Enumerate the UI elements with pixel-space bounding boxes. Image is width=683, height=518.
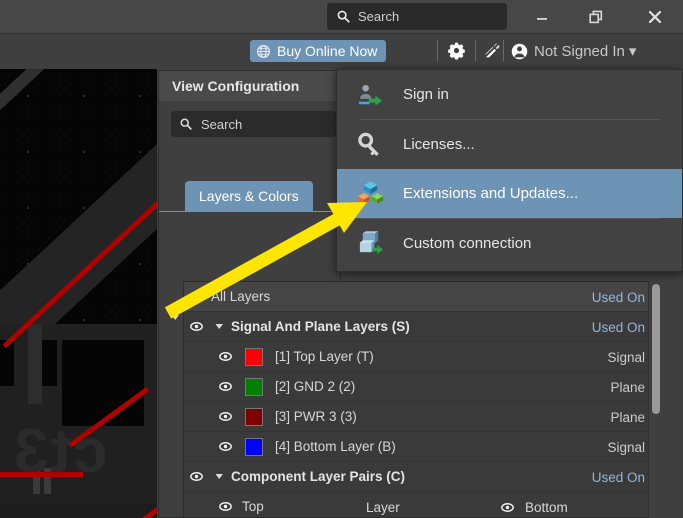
tree-row-component-layer-pair-top-bottom[interactable]: Top Layer Bottom: [184, 492, 659, 517]
menu-item-custom-connection[interactable]: Custom connection: [337, 219, 682, 268]
pair-middle-label: Layer: [366, 499, 400, 515]
pair-top-label: Top: [242, 499, 264, 514]
person-icon: [511, 43, 528, 59]
pcb-canvas[interactable]: ct3: [0, 68, 157, 518]
board-bottom-strip: [0, 504, 157, 518]
search-icon: [337, 10, 350, 23]
menu-item-label: Licenses...: [403, 136, 475, 153]
toolbar-separator-3: [503, 40, 504, 61]
buy-online-now-label: Buy Online Now: [277, 43, 378, 59]
panel-title: View Configuration: [159, 71, 340, 101]
trace-red-horizontal-1: [0, 472, 83, 477]
chevron-down-icon: ▾: [628, 43, 637, 60]
layer-color-swatch[interactable]: [245, 437, 263, 456]
tree-row-usage: Signal: [607, 349, 645, 365]
board-pad-column: [28, 324, 42, 404]
connection-database-arrow-icon: [359, 231, 384, 255]
tree-row-usage: Plane: [610, 379, 645, 395]
eye-icon[interactable]: [219, 440, 232, 453]
tree-row-component-layer-pairs[interactable]: Component Layer Pairs (C) Used On: [184, 462, 659, 492]
triangle-expanded-icon: [171, 314, 179, 320]
tab-layers-and-colors[interactable]: Layers & Colors: [185, 181, 313, 211]
application-window: ct3 Search Buy Online Now Not Signed In …: [0, 0, 683, 518]
extensions-blocks-icon: [357, 181, 384, 204]
layers-tree-scrollbar-thumb[interactable]: [652, 284, 660, 414]
tab-underline: [159, 211, 340, 212]
restore-button[interactable]: [574, 0, 619, 33]
layers-tree[interactable]: All Layers Used On Signal And Plane Laye…: [183, 281, 659, 518]
tree-row-usage: Used On: [591, 469, 645, 485]
close-button[interactable]: [632, 0, 677, 33]
tree-row-label: [2] GND 2 (2): [275, 379, 356, 394]
pair-middle-cell: Layer: [366, 492, 400, 517]
menu-item-label: Custom connection: [403, 235, 532, 252]
sign-in-person-arrow-icon: [358, 84, 383, 106]
tree-row-usage: Signal: [607, 439, 645, 455]
panel-tabstrip: Layers & Colors: [159, 181, 340, 212]
minimize-icon: [536, 17, 547, 20]
global-search-input[interactable]: Search: [327, 3, 507, 30]
tree-row-label: [3] PWR 3 (3): [275, 409, 357, 424]
eye-icon[interactable]: [219, 500, 232, 513]
panel-search-placeholder: Search: [201, 116, 243, 132]
eye-icon[interactable]: [219, 380, 232, 393]
minimize-button[interactable]: [519, 0, 564, 33]
menu-item-label: Extensions and Updates...: [403, 185, 579, 202]
restore-icon: [588, 10, 602, 23]
board-inner-cutout: [62, 340, 144, 426]
toolbar-separator-2: [475, 40, 476, 61]
panel-search-input[interactable]: Search: [171, 111, 336, 137]
tree-row-bottom-layer[interactable]: [4] Bottom Layer (B) Signal: [184, 432, 659, 462]
tree-row-all-layers[interactable]: All Layers Used On: [184, 282, 659, 312]
menu-item-licenses[interactable]: Licenses...: [337, 120, 682, 169]
pair-bottom-label: Bottom: [525, 499, 568, 515]
global-search-placeholder: Search: [358, 9, 400, 24]
menu-item-label: Sign in: [403, 86, 449, 103]
tree-row-pwr-3[interactable]: [3] PWR 3 (3) Plane: [184, 402, 659, 432]
layers-tree-scrollbar[interactable]: [648, 281, 662, 518]
layer-color-swatch[interactable]: [245, 377, 263, 396]
gear-icon[interactable]: [447, 41, 466, 60]
toolbar-separator-1: [437, 40, 438, 61]
eye-icon[interactable]: [190, 320, 203, 333]
close-icon: [648, 10, 661, 23]
tree-row-usage: Used On: [591, 289, 645, 305]
tree-row-gnd-2[interactable]: [2] GND 2 (2) Plane: [184, 372, 659, 402]
pair-bottom-cell[interactable]: Bottom: [501, 492, 568, 517]
tree-row-top-layer[interactable]: [1] Top Layer (T) Signal: [184, 342, 659, 372]
title-bar: Search: [0, 0, 683, 33]
globe-icon: [256, 44, 271, 58]
eye-icon[interactable]: [219, 350, 232, 363]
account-menu-button[interactable]: Not Signed In ▾: [511, 41, 636, 61]
tree-row-label: Component Layer Pairs (C): [231, 469, 406, 484]
tree-row-label: All Layers: [211, 289, 271, 304]
tree-row-label: [4] Bottom Layer (B): [275, 439, 396, 454]
eye-icon[interactable]: [190, 470, 203, 483]
tab-layers-and-colors-label: Layers & Colors: [199, 188, 299, 204]
menu-item-extensions-and-updates[interactable]: Extensions and Updates...: [337, 169, 682, 218]
eye-icon[interactable]: [190, 290, 203, 303]
layer-color-swatch[interactable]: [245, 347, 263, 366]
menu-item-sign-in[interactable]: Sign in: [337, 70, 682, 119]
key-icon: [358, 132, 379, 156]
account-menu-label: Not Signed In: [534, 42, 625, 60]
buy-online-now-button[interactable]: Buy Online Now: [250, 40, 387, 62]
tree-row-label: [1] Top Layer (T): [275, 349, 374, 364]
tree-row-usage: Plane: [610, 409, 645, 425]
eye-icon[interactable]: [501, 501, 514, 514]
tree-row-signal-and-plane-layers[interactable]: Signal And Plane Layers (S) Used On: [184, 312, 659, 342]
tree-row-usage: Used On: [591, 319, 645, 335]
tree-row-label: Signal And Plane Layers (S): [231, 319, 410, 334]
highlighter-icon[interactable]: [482, 41, 501, 60]
search-icon: [180, 118, 192, 130]
layer-color-swatch[interactable]: [245, 407, 263, 426]
triangle-expanded-icon[interactable]: [215, 322, 224, 331]
account-dropdown-menu[interactable]: Sign in Licenses... Extensions and Updat…: [336, 69, 683, 272]
eye-icon[interactable]: [219, 410, 232, 423]
triangle-expanded-icon[interactable]: [215, 472, 224, 481]
